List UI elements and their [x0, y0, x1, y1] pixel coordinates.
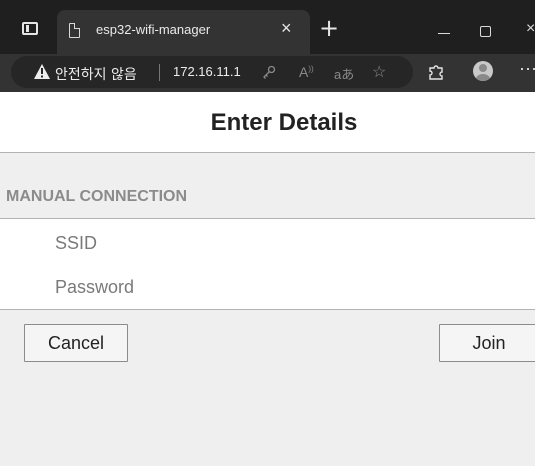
- section-label: MANUAL CONNECTION: [6, 188, 188, 205]
- extensions-icon[interactable]: [427, 63, 445, 81]
- password-input[interactable]: [0, 265, 535, 309]
- new-tab-icon[interactable]: +: [319, 16, 339, 40]
- profile-icon[interactable]: [473, 61, 493, 81]
- more-icon[interactable]: ···: [519, 58, 535, 79]
- translate-icon[interactable]: aあ: [334, 64, 354, 83]
- tab-close-icon[interactable]: ×: [281, 19, 292, 37]
- tab-title: esp32-wifi-manager: [96, 22, 211, 37]
- warning-icon[interactable]: [34, 64, 50, 79]
- cancel-button[interactable]: Cancel: [24, 324, 128, 362]
- minimize-icon[interactable]: [438, 33, 450, 34]
- page-title: Enter Details: [210, 109, 358, 136]
- window-close-icon[interactable]: ×: [526, 20, 535, 38]
- maximize-icon[interactable]: [480, 26, 491, 37]
- page-header: Enter Details: [0, 92, 535, 153]
- address-divider: [159, 64, 160, 81]
- read-aloud-icon[interactable]: A)): [299, 64, 314, 80]
- browser-title-bar: esp32-wifi-manager × + ×: [0, 0, 535, 54]
- browser-tab[interactable]: esp32-wifi-manager ×: [57, 10, 310, 54]
- tab-actions-icon[interactable]: [22, 22, 38, 35]
- address-bar[interactable]: 안전하지 않음 172.16.11.1 A)) aあ ☆: [11, 56, 413, 88]
- security-warning-text[interactable]: 안전하지 않음: [55, 64, 137, 84]
- join-button[interactable]: Join: [439, 324, 535, 362]
- connection-form: [0, 218, 535, 310]
- url-text[interactable]: 172.16.11.1: [173, 64, 241, 79]
- key-icon[interactable]: [262, 65, 276, 79]
- add-favorite-icon[interactable]: ☆: [372, 62, 386, 82]
- browser-toolbar: 안전하지 않음 172.16.11.1 A)) aあ ☆: [0, 54, 535, 92]
- page-icon: [69, 23, 80, 38]
- ssid-input[interactable]: [0, 221, 535, 265]
